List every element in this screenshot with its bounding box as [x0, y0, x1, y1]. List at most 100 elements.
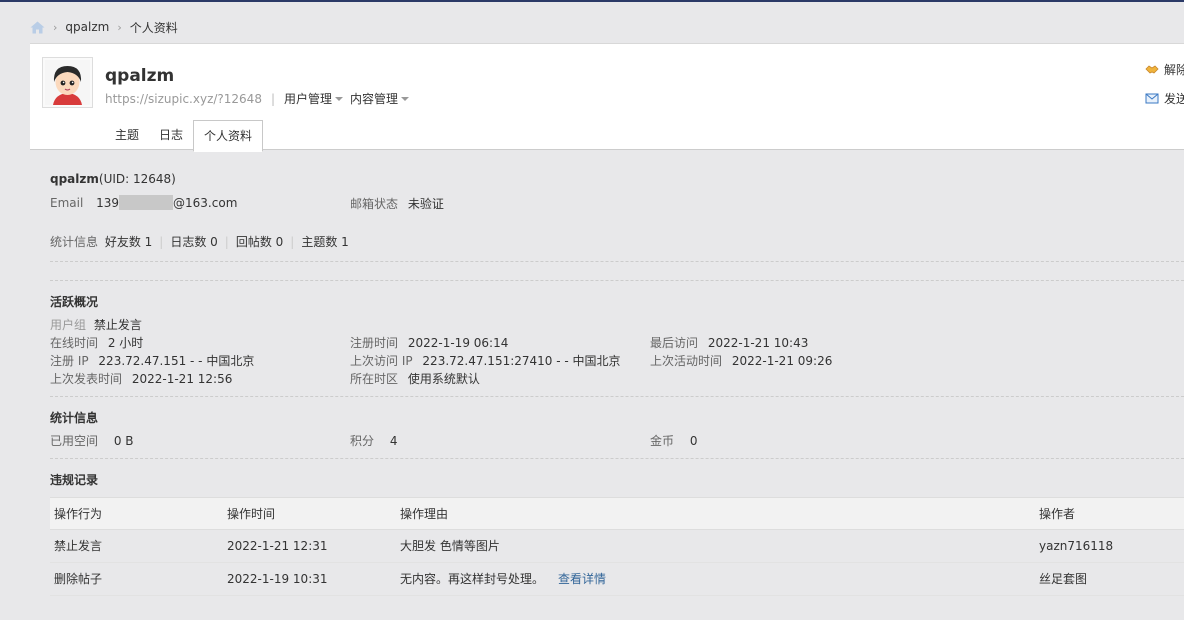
send-message-label: 发送: [1164, 91, 1184, 106]
content-manage-menu[interactable]: 内容管理: [350, 90, 410, 107]
profile-content: qpalzm(UID: 12648) Email 139 @163.com 邮箱状…: [30, 150, 1184, 620]
view-details-link[interactable]: 查看详情: [558, 572, 606, 586]
tab-profile[interactable]: 个人资料: [193, 120, 264, 152]
table-row: 删除帖子 2022-1-19 10:31 无内容。再这样封号处理。 查看详情 丝足…: [50, 563, 1184, 596]
mail-icon: [1145, 93, 1159, 103]
divider: |: [159, 235, 164, 249]
email-prefix: 139: [96, 196, 120, 210]
timezone-label: 所在时区: [350, 372, 399, 386]
table-row: 禁止发言 2022-1-21 12:31 大胆发 色情等图片 yazn71611…: [50, 530, 1184, 563]
friends-count-link[interactable]: 好友数 1: [105, 235, 152, 249]
breadcrumb-separator: ›: [53, 20, 58, 34]
stats-title: 统计信息: [50, 411, 99, 425]
avatar[interactable]: [42, 57, 93, 108]
online-time-value: 2 小时: [107, 336, 144, 350]
last-visit-line: 最后访问 2022-1-21 10:43: [650, 334, 808, 351]
gold-value: 0: [689, 434, 698, 448]
send-message-action[interactable]: 发送: [1145, 89, 1184, 107]
dashed-divider: [50, 458, 1184, 459]
chevron-down-icon: [401, 97, 410, 101]
profile-header: qpalzm https://sizupic.xyz/?12648 | 用户管理…: [30, 43, 1184, 152]
breadcrumb-user-link[interactable]: qpalzm: [65, 20, 109, 34]
breadcrumb-separator: ›: [117, 20, 122, 34]
home-icon[interactable]: [30, 21, 45, 34]
gold-line: 金币 0: [650, 432, 697, 449]
space-value: 0 B: [113, 434, 134, 448]
side-actions: 解除 发送: [1145, 60, 1184, 118]
email-status-label: 邮箱状态: [350, 197, 399, 211]
profile-uid: (UID: 12648): [98, 172, 176, 186]
reg-ip-label: 注册 IP: [50, 354, 89, 368]
last-post-label: 上次发表时间: [50, 372, 123, 386]
email-label: Email: [50, 196, 84, 210]
dashed-divider: [50, 280, 1184, 281]
email-status-line: 邮箱状态 未验证: [350, 195, 444, 212]
email-status-value: 未验证: [407, 197, 444, 211]
content-manage-label: 内容管理: [350, 92, 399, 106]
handshake-icon: [1145, 64, 1159, 73]
last-visit-value: 2022-1-21 10:43: [707, 336, 809, 350]
breadcrumb: › qpalzm › 个人资料: [30, 18, 178, 36]
last-active-value: 2022-1-21 09:26: [731, 354, 833, 368]
points-label: 积分: [350, 434, 375, 448]
gold-label: 金币: [650, 434, 675, 448]
violations-title: 违规记录: [50, 473, 99, 487]
col-operator: 操作者: [1039, 507, 1076, 521]
top-accent-bar: [0, 0, 1184, 2]
unfriend-action[interactable]: 解除: [1145, 60, 1184, 78]
chevron-down-icon: [335, 97, 344, 101]
last-active-label: 上次活动时间: [650, 354, 723, 368]
user-manage-menu[interactable]: 用户管理: [284, 90, 344, 107]
space-line: 已用空间 0 B: [50, 432, 134, 449]
user-manage-label: 用户管理: [284, 92, 333, 106]
breadcrumb-current: 个人资料: [129, 20, 178, 35]
row-operator[interactable]: 丝足套图: [1039, 563, 1087, 596]
user-group-line: 用户组 禁止发言: [50, 316, 142, 333]
stats-summary: 统计信息 好友数 1 | 日志数 0 | 回帖数 0 | 主题数 1: [50, 233, 349, 250]
email-redaction: [119, 195, 174, 210]
last-ip-label: 上次访问 IP: [350, 354, 413, 368]
profile-subline: https://sizupic.xyz/?12648 | 用户管理 内容管理: [105, 90, 416, 107]
space-label: 已用空间: [50, 434, 99, 448]
row-action: 禁止发言: [54, 539, 103, 553]
stats-summary-label: 统计信息: [50, 235, 99, 249]
blogs-count-link[interactable]: 日志数 0: [170, 235, 217, 249]
reg-ip-value: 223.72.47.151 - - 中国北京: [98, 354, 255, 368]
tab-blog[interactable]: 日志: [149, 120, 193, 151]
row-reason-cell: 无内容。再这样封号处理。 查看详情: [400, 563, 606, 596]
tab-threads[interactable]: 主题: [105, 120, 149, 151]
user-group-label: 用户组: [50, 318, 87, 332]
profile-username: qpalzm: [105, 66, 175, 86]
row-time: 2022-1-21 12:31: [227, 539, 328, 553]
last-post-value: 2022-1-21 12:56: [131, 372, 233, 386]
col-reason: 操作理由: [400, 507, 449, 521]
violations-table: 操作行为 操作时间 操作理由 操作者 禁止发言 2022-1-21 12:31 …: [50, 497, 1184, 596]
timezone-value: 使用系统默认: [407, 372, 480, 386]
replies-count-link[interactable]: 回帖数 0: [236, 235, 283, 249]
online-time-line: 在线时间 2 小时: [50, 334, 143, 351]
last-visit-label: 最后访问: [650, 336, 699, 350]
online-time-label: 在线时间: [50, 336, 99, 350]
row-time: 2022-1-19 10:31: [227, 572, 328, 586]
divider: |: [270, 91, 276, 106]
dashed-divider: [50, 396, 1184, 397]
profile-name-line: qpalzm(UID: 12648): [50, 172, 176, 186]
points-value: 4: [389, 434, 398, 448]
reg-time-label: 注册时间: [350, 336, 399, 350]
email-suffix: @163.com: [173, 196, 238, 210]
dashed-divider: [50, 261, 1184, 262]
activity-title: 活跃概况: [50, 295, 99, 309]
divider: |: [224, 235, 229, 249]
last-active-line: 上次活动时间 2022-1-21 09:26: [650, 352, 832, 369]
user-group-value[interactable]: 禁止发言: [94, 318, 142, 332]
reg-ip-line: 注册 IP 223.72.47.151 - - 中国北京: [50, 352, 254, 369]
points-line: 积分 4: [350, 432, 397, 449]
reg-time-value: 2022-1-19 06:14: [407, 336, 509, 350]
row-operator[interactable]: yazn716118: [1039, 530, 1113, 563]
profile-url[interactable]: https://sizupic.xyz/?12648: [105, 92, 262, 106]
profile-tabs: 主题 日志 个人资料: [105, 120, 264, 152]
last-ip-line: 上次访问 IP 223.72.47.151:27410 - - 中国北京: [350, 352, 621, 369]
row-reason: 大胆发 色情等图片: [400, 539, 500, 553]
divider: |: [290, 235, 295, 249]
threads-count-link[interactable]: 主题数 1: [301, 235, 348, 249]
